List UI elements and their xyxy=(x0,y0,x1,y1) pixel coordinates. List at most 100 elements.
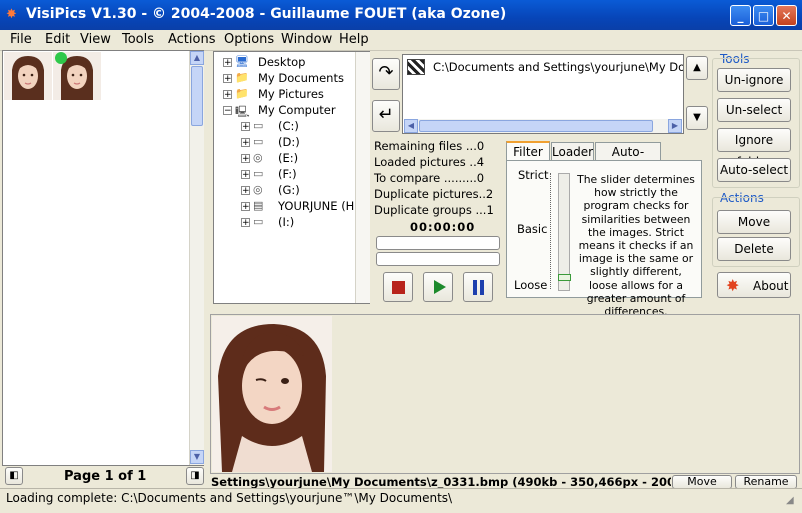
menu-options[interactable]: Options xyxy=(224,32,274,47)
move-folder-down-button[interactable]: ▼ xyxy=(686,106,708,130)
scroll-right-arrow-icon[interactable]: ▶ xyxy=(668,119,682,133)
folder-tree[interactable]: + 🖥 Desktop + 📁 My Documents + 📁 My Pictures − 🖳 My… xyxy=(213,51,370,304)
status-text: Loading complete: C:\Documents and Setti… xyxy=(6,491,453,505)
image-preview-pane: Settings\yourjune\My Documents\z_0331.bm… xyxy=(210,314,800,489)
menu-view[interactable]: View xyxy=(80,32,111,47)
menu-window[interactable]: Window xyxy=(281,32,332,47)
move-folder-up-button[interactable]: ▲ xyxy=(686,56,708,80)
computer-icon: 🖳 xyxy=(235,105,250,118)
comparing-progress-bar xyxy=(376,252,500,266)
status-bar: Loading complete: C:\Documents and Setti… xyxy=(0,488,802,513)
stop-button[interactable] xyxy=(383,272,413,302)
scroll-up-arrow-icon[interactable]: ▲ xyxy=(190,51,204,65)
tab-auto-select[interactable]: Auto-Select xyxy=(595,142,661,177)
tree-item-label: (E:) xyxy=(278,151,299,165)
tab-loader[interactable]: Loader xyxy=(551,142,594,161)
pause-button[interactable] xyxy=(463,272,493,302)
cd-drive-icon: ◎ xyxy=(253,151,263,164)
tree-expander-icon[interactable]: + xyxy=(241,138,250,148)
tree-expander-icon[interactable]: + xyxy=(241,186,250,196)
similarity-slider[interactable] xyxy=(558,173,571,291)
loading-progress-bar xyxy=(376,236,500,250)
ignore-folder-button[interactable]: Ignore folder xyxy=(717,128,791,169)
folder-list-icon xyxy=(407,59,425,75)
tree-item-label: My Pictures xyxy=(258,87,324,101)
scroll-left-arrow-icon[interactable]: ◀ xyxy=(404,119,418,133)
about-button[interactable]: ✸ About xyxy=(717,272,791,298)
duplicate-thumbnail[interactable] xyxy=(4,52,52,100)
loose-label: Loose xyxy=(514,278,548,292)
preview-move-button[interactable]: Move xyxy=(672,475,732,489)
scroll-thumb[interactable] xyxy=(191,66,203,126)
previous-page-button[interactable]: ◧ xyxy=(5,467,23,485)
maximize-button[interactable]: □ xyxy=(753,5,774,26)
play-icon xyxy=(434,280,446,294)
next-page-button[interactable]: ◨ xyxy=(186,467,204,485)
slider-ticks xyxy=(550,173,557,289)
drive-icon: ▭ xyxy=(253,215,264,228)
menu-help[interactable]: Help xyxy=(339,32,369,47)
menu-edit[interactable]: Edit xyxy=(45,32,70,47)
tree-expander-icon[interactable]: + xyxy=(241,218,250,228)
duplicate-pictures: Duplicate pictures..2 xyxy=(374,187,494,201)
preview-image[interactable] xyxy=(212,316,332,472)
elapsed-timer: 00:00:00 xyxy=(410,220,476,234)
slider-thumb[interactable] xyxy=(558,274,571,281)
auto-select-button[interactable]: Auto-select xyxy=(717,158,791,182)
app-logo-icon: ✸ xyxy=(726,276,740,295)
tree-expander-icon[interactable]: + xyxy=(223,74,232,84)
unselect-button[interactable]: Un-select xyxy=(717,98,791,122)
tree-item-label: (D:) xyxy=(278,135,300,149)
folder-icon: 📁 xyxy=(235,87,249,100)
menu-actions[interactable]: Actions xyxy=(168,32,216,47)
tree-expander-icon[interactable]: + xyxy=(241,122,250,132)
menu-file[interactable]: File xyxy=(10,32,32,47)
folder-list-hscrollbar[interactable]: ◀ ▶ xyxy=(404,119,682,133)
tree-expander-icon[interactable]: − xyxy=(223,106,232,116)
filter-description: The slider determines how strictly the p… xyxy=(577,173,695,319)
hscroll-thumb[interactable] xyxy=(419,120,653,132)
tab-filter[interactable]: Filter xyxy=(506,141,550,161)
resize-grip-icon[interactable]: ◢ xyxy=(786,495,794,506)
add-folder-button[interactable]: ↷ xyxy=(372,58,400,90)
duplicate-groups: Duplicate groups ...1 xyxy=(374,203,494,217)
network-drive-icon: ▤ xyxy=(253,199,264,212)
tree-expander-icon[interactable]: + xyxy=(223,58,232,68)
drive-icon: ▭ xyxy=(253,135,264,148)
thumbnail-scrollbar[interactable]: ▲ ▼ xyxy=(189,51,204,465)
remove-folder-button[interactable]: ↵ xyxy=(372,100,400,132)
desktop-icon: 🖥 xyxy=(235,55,249,68)
basic-label: Basic xyxy=(517,222,548,236)
tree-scrollbar[interactable] xyxy=(355,52,370,303)
tree-expander-icon[interactable]: + xyxy=(241,202,250,212)
unignore-button[interactable]: Un-ignore xyxy=(717,68,791,92)
folder-icon: 📁 xyxy=(235,71,249,84)
delete-button[interactable]: Delete xyxy=(717,237,791,261)
minimize-button[interactable]: _ xyxy=(730,5,751,26)
to-compare: To compare .........0 xyxy=(374,171,485,185)
tree-item-label: (F:) xyxy=(278,167,297,181)
tree-expander-icon[interactable]: + xyxy=(223,90,232,100)
menu-bar: File Edit View Tools Actions Options Win… xyxy=(0,30,802,51)
move-button[interactable]: Move xyxy=(717,210,791,234)
scan-folder-list[interactable]: C:\Documents and Settings\yourjune\My Do… xyxy=(402,54,684,134)
preview-file-info: Settings\yourjune\My Documents\z_0331.bm… xyxy=(211,475,671,489)
title-bar[interactable]: ✸ VisiPics V1.30 - © 2004-2008 - Guillau… xyxy=(0,0,802,30)
tree-item-label: YOURJUNE (H:) xyxy=(278,199,363,213)
tree-expander-icon[interactable]: + xyxy=(241,170,250,180)
scroll-down-arrow-icon[interactable]: ▼ xyxy=(190,450,204,464)
pause-icon xyxy=(473,280,477,295)
close-button[interactable]: ✕ xyxy=(776,5,797,26)
tree-item-label: My Documents xyxy=(258,71,344,85)
duplicates-thumbnail-pane[interactable]: ▲ ▼ xyxy=(2,50,204,466)
strict-label: Strict xyxy=(518,168,549,182)
tree-item-label: (I:) xyxy=(278,215,295,229)
tree-expander-icon[interactable]: + xyxy=(241,154,250,164)
stop-icon xyxy=(392,281,405,294)
preview-rename-button[interactable]: Rename xyxy=(735,475,797,489)
folder-path[interactable]: C:\Documents and Settings\yourjune\My Do… xyxy=(433,60,683,74)
play-button[interactable] xyxy=(423,272,453,302)
remaining-files: Remaining files ...0 xyxy=(374,139,485,153)
menu-tools[interactable]: Tools xyxy=(122,32,154,47)
filter-panel: Strict Basic Loose The slider determines… xyxy=(506,160,702,318)
